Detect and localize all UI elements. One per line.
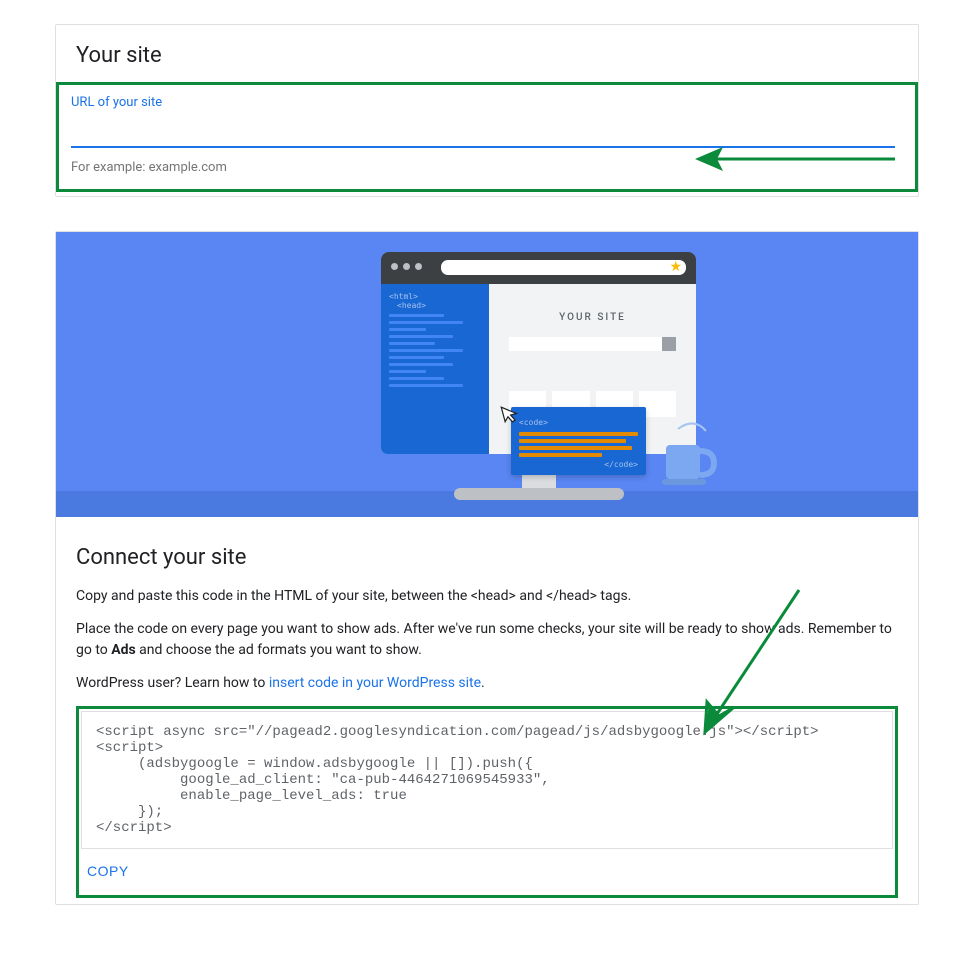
monitor-illustration: ★ <html> <head> YOUR SITE xyxy=(381,252,696,500)
mug-illustration xyxy=(658,421,718,495)
connect-title: Connect your site xyxy=(76,535,898,574)
star-icon: ★ xyxy=(669,259,682,275)
illustration-page-label: YOUR SITE xyxy=(489,312,696,323)
url-field-label: URL of your site xyxy=(71,95,903,110)
wordpress-help-link[interactable]: insert code in your WordPress site xyxy=(269,675,481,691)
code-popup-illustration: <code> </code> xyxy=(511,407,646,475)
connect-site-card: ★ <html> <head> YOUR SITE xyxy=(55,231,919,905)
your-site-title: Your site xyxy=(56,25,918,82)
copy-button[interactable]: COPY xyxy=(81,849,131,883)
hero-illustration: ★ <html> <head> YOUR SITE xyxy=(56,232,918,517)
arrow-annotation-1 xyxy=(695,139,895,179)
arrow-annotation-2 xyxy=(695,584,805,748)
